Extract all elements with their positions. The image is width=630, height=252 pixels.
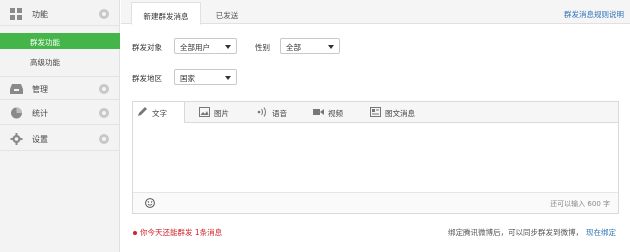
sidebar-item-mass-send[interactable]: 群发功能 xyxy=(0,33,120,49)
toolbar-label: 图片 xyxy=(214,109,229,118)
image-tool-button[interactable]: 图片 xyxy=(195,102,245,123)
gear-icon xyxy=(10,133,23,145)
article-tool-button[interactable]: 图文消息 xyxy=(366,102,432,123)
expand-icon[interactable] xyxy=(99,108,109,118)
nav-section-label: 管理 xyxy=(32,85,48,94)
bind-text: 绑定腾讯微博后，可以同步群发到微博， xyxy=(448,228,583,237)
tab-bar: 新建群发消息 已发送 群发消息规则说明 xyxy=(121,0,630,25)
sidebar-item-label: 高级功能 xyxy=(30,58,60,67)
tab-sent[interactable]: 已发送 xyxy=(207,2,247,25)
gender-select[interactable]: 全部 xyxy=(280,38,340,54)
nav-section-function[interactable]: 功能 xyxy=(0,2,120,26)
chevron-down-icon xyxy=(225,76,231,80)
region-select[interactable]: 国家 xyxy=(174,69,237,85)
article-icon xyxy=(370,107,381,117)
char-count: 还可以输入 600 字 xyxy=(550,200,610,208)
toolbar-label: 文字 xyxy=(152,109,167,118)
chevron-down-icon xyxy=(225,45,231,49)
inbox-icon xyxy=(10,84,23,94)
tab-new-mass-message[interactable]: 新建群发消息 xyxy=(131,2,201,25)
voice-tool-button[interactable]: 语音 xyxy=(253,102,303,123)
audio-icon xyxy=(257,107,266,117)
image-icon xyxy=(199,107,210,117)
message-editor: 文字 图片 语音 视频 图文消息 还可以输入 600 字 xyxy=(132,101,619,214)
smile-icon[interactable] xyxy=(145,198,155,208)
region-select-value: 国家 xyxy=(180,74,195,83)
mass-message-rules-link[interactable]: 群发消息规则说明 xyxy=(564,9,624,20)
video-tool-button[interactable]: 视频 xyxy=(309,102,361,123)
bind-now-link[interactable]: 现在绑定 xyxy=(586,228,616,237)
video-icon xyxy=(313,109,324,115)
nav-section-label: 统计 xyxy=(32,109,48,118)
region-label: 群发地区 xyxy=(132,74,162,83)
sidebar: 功能 群发功能 高级功能 管理 统计 设置 xyxy=(0,0,120,252)
target-label: 群发对象 xyxy=(132,43,162,52)
expand-icon[interactable] xyxy=(99,134,109,144)
text-tool-button[interactable]: 文字 xyxy=(133,102,185,123)
gender-select-value: 全部 xyxy=(286,43,301,52)
main-panel: 新建群发消息 已发送 群发消息规则说明 群发对象 全部用户 性别 全部 群发地区… xyxy=(121,0,630,252)
toolbar-label: 图文消息 xyxy=(385,109,415,118)
target-select-value: 全部用户 xyxy=(180,43,210,52)
toolbar-label: 语音 xyxy=(272,109,287,118)
toolbar-label: 视频 xyxy=(328,109,343,118)
nav-section-settings[interactable]: 设置 xyxy=(0,127,120,151)
function-grid-icon xyxy=(10,8,22,20)
sidebar-item-label: 群发功能 xyxy=(30,38,60,47)
collapse-icon[interactable] xyxy=(99,9,109,19)
editor-footer: 还可以输入 600 字 xyxy=(133,192,618,213)
message-textarea[interactable] xyxy=(133,123,618,192)
daily-quota-notice: 你今天还能群发 1条消息 xyxy=(133,227,222,238)
gender-label: 性别 xyxy=(255,43,270,52)
quota-text: 你今天还能群发 1条消息 xyxy=(140,228,223,237)
weibo-bind-notice: 绑定腾讯微博后，可以同步群发到微博， 现在绑定 xyxy=(448,227,616,238)
target-select[interactable]: 全部用户 xyxy=(174,38,237,54)
nav-section-label: 功能 xyxy=(32,10,48,19)
nav-section-label: 设置 xyxy=(32,135,48,144)
sidebar-item-advanced[interactable]: 高级功能 xyxy=(0,53,120,69)
nav-section-manage[interactable]: 管理 xyxy=(0,76,120,100)
expand-icon[interactable] xyxy=(99,84,109,94)
status-dot-icon xyxy=(133,231,137,235)
pie-chart-icon xyxy=(11,107,22,119)
nav-section-stats[interactable]: 统计 xyxy=(0,101,120,125)
pencil-icon xyxy=(138,107,147,116)
chevron-down-icon xyxy=(328,45,334,49)
editor-toolbar: 文字 图片 语音 视频 图文消息 xyxy=(133,102,618,123)
